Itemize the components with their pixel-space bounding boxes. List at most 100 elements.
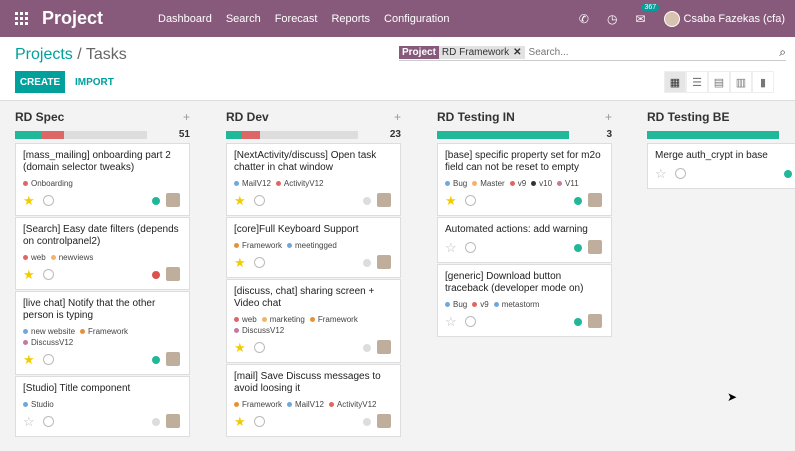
task-card[interactable]: [discuss, chat] sharing screen + Video c… <box>226 279 401 363</box>
graph-view-icon[interactable]: ▮ <box>752 71 774 93</box>
activity-clock-icon[interactable] <box>43 354 54 365</box>
priority-star-icon[interactable]: ★ <box>234 340 246 356</box>
menu-item-configuration[interactable]: Configuration <box>384 13 449 25</box>
phone-icon[interactable]: ✆ <box>579 12 589 26</box>
card-tags: new website Framework DiscussV12 <box>23 326 182 348</box>
create-button[interactable]: CREATE <box>15 71 65 93</box>
task-card[interactable]: [base] specific property set for m2o fie… <box>437 143 612 216</box>
priority-star-icon[interactable]: ★ <box>23 267 35 283</box>
menu-item-search[interactable]: Search <box>226 13 261 25</box>
priority-star-icon[interactable]: ☆ <box>445 240 457 256</box>
user-avatar[interactable] <box>663 10 680 27</box>
column-title[interactable]: RD Testing BE <box>647 110 729 124</box>
kanban-view-icon[interactable]: ▦ <box>664 71 686 93</box>
menu-item-forecast[interactable]: Forecast <box>275 13 318 25</box>
breadcrumb-projects[interactable]: Projects <box>15 46 73 63</box>
activity-clock-icon[interactable] <box>254 342 265 353</box>
calendar-view-icon[interactable]: ▤ <box>708 71 730 93</box>
add-task-icon[interactable]: + <box>394 110 401 124</box>
column-header: RD Testing BE <box>647 101 795 143</box>
add-task-icon[interactable]: + <box>605 110 612 124</box>
column-title[interactable]: RD Dev <box>226 110 269 124</box>
tag-color-dot <box>328 402 334 408</box>
kanban-state-icon[interactable] <box>363 259 371 267</box>
activity-clock-icon[interactable] <box>254 416 265 427</box>
tag: marketing <box>261 315 305 324</box>
assignee-avatar <box>377 193 391 207</box>
activity-clock-icon[interactable] <box>43 416 54 427</box>
tag-label: ActivityV12 <box>336 400 377 409</box>
search-input[interactable] <box>528 47 776 58</box>
task-card[interactable]: [NextActivity/discuss] Open task chatter… <box>226 143 401 216</box>
priority-star-icon[interactable]: ☆ <box>445 314 457 330</box>
activity-clock-icon[interactable] <box>43 195 54 206</box>
card-tags: Onboarding <box>23 178 182 189</box>
facet-remove-icon[interactable]: ✕ <box>513 47 521 58</box>
column-progress-bar[interactable] <box>15 131 147 139</box>
task-card[interactable]: [mail] Save Discuss messages to avoid lo… <box>226 364 401 437</box>
task-card[interactable]: [Search] Easy date filters (depends on c… <box>15 217 190 290</box>
task-card[interactable]: Merge auth_crypt in base ☆ <box>647 143 795 189</box>
priority-star-icon[interactable]: ★ <box>445 193 457 209</box>
kanban-state-icon[interactable] <box>363 197 371 205</box>
import-button[interactable]: IMPORT <box>75 71 114 93</box>
priority-star-icon[interactable]: ★ <box>23 193 35 209</box>
task-card[interactable]: Automated actions: add warning ☆ <box>437 217 612 263</box>
column-title[interactable]: RD Spec <box>15 110 64 124</box>
kanban-state-icon[interactable] <box>574 318 582 326</box>
menu-item-reports[interactable]: Reports <box>331 13 370 25</box>
app-title[interactable]: Project <box>42 8 130 29</box>
priority-star-icon[interactable]: ★ <box>234 193 246 209</box>
activity-clock-icon[interactable] <box>465 316 476 327</box>
activity-clock-icon[interactable] <box>465 242 476 253</box>
user-menu[interactable]: Csaba Fazekas (cfa) <box>684 13 785 25</box>
task-card[interactable]: [live chat] Notify that the other person… <box>15 291 190 375</box>
priority-star-icon[interactable]: ★ <box>234 255 246 271</box>
menu-item-dashboard[interactable]: Dashboard <box>158 13 212 25</box>
card-tags: Studio <box>23 399 182 410</box>
priority-star-icon[interactable]: ☆ <box>655 166 667 182</box>
column-progress-bar[interactable] <box>437 131 569 139</box>
progress-green <box>226 131 242 139</box>
apps-menu-icon[interactable] <box>15 11 29 26</box>
kanban-state-icon[interactable] <box>152 271 160 279</box>
card-footer: ☆ <box>445 314 604 330</box>
card-footer: ★ <box>23 352 182 368</box>
kanban-state-icon[interactable] <box>152 418 160 426</box>
tag-label: metastorm <box>501 300 540 309</box>
column-title[interactable]: RD Testing IN <box>437 110 515 124</box>
activity-clock-icon[interactable] <box>254 257 265 268</box>
column-progress-bar[interactable] <box>647 131 779 139</box>
tag-label: Studio <box>31 400 54 409</box>
priority-star-icon[interactable]: ★ <box>23 352 35 368</box>
kanban-state-icon[interactable] <box>574 197 582 205</box>
kanban-state-icon[interactable] <box>363 418 371 426</box>
activity-clock-icon[interactable] <box>675 168 686 179</box>
column-progress-bar[interactable] <box>226 131 358 139</box>
progress-green <box>437 131 569 139</box>
kanban-state-icon[interactable] <box>152 197 160 205</box>
task-card[interactable]: [generic] Download button traceback (dev… <box>437 264 612 337</box>
activity-clock-icon[interactable] <box>43 269 54 280</box>
search-icon[interactable]: ⌕ <box>779 45 786 60</box>
pivot-view-icon[interactable]: ▥ <box>730 71 752 93</box>
task-card[interactable]: [Studio] Title component Studio ☆ <box>15 376 190 437</box>
priority-star-icon[interactable]: ☆ <box>23 414 35 430</box>
card-footer: ★ <box>234 193 393 209</box>
kanban-state-icon[interactable] <box>363 344 371 352</box>
activity-clock-icon[interactable] <box>465 195 476 206</box>
activity-clock-icon[interactable]: ◷ <box>607 12 617 26</box>
task-card[interactable]: [core]Full Keyboard Support Framework meet… <box>226 217 401 278</box>
tag-label: meetingged <box>295 241 337 250</box>
tag-color-dot <box>50 255 56 261</box>
chat-icon[interactable]: ✉ 367 <box>635 3 660 26</box>
task-card[interactable]: [mass_mailing] onboarding part 2 (domain… <box>15 143 190 216</box>
assignee-avatar <box>377 414 391 428</box>
add-task-icon[interactable]: + <box>183 110 190 124</box>
priority-star-icon[interactable]: ★ <box>234 414 246 430</box>
kanban-state-icon[interactable] <box>574 244 582 252</box>
activity-clock-icon[interactable] <box>254 195 265 206</box>
kanban-state-icon[interactable] <box>152 356 160 364</box>
kanban-state-icon[interactable] <box>784 170 792 178</box>
list-view-icon[interactable]: ☰ <box>686 71 708 93</box>
